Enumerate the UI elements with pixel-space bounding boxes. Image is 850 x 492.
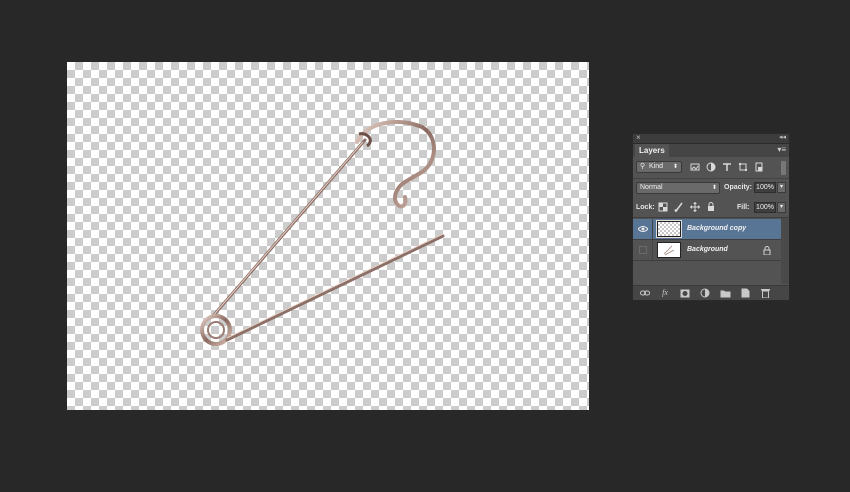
lock-row: Lock: Fill: 100% ▾ <box>633 199 789 218</box>
layer-name[interactable]: Background copy <box>687 219 746 239</box>
blend-mode-select[interactable]: Normal ⬍ <box>636 182 720 194</box>
blend-mode-value: Normal <box>640 184 663 191</box>
opacity-dropdown-button[interactable]: ▾ <box>777 182 786 193</box>
type-filter-icon[interactable] <box>722 162 732 172</box>
visibility-toggle[interactable] <box>634 219 653 239</box>
lock-all-icon[interactable] <box>706 202 716 213</box>
lock-position-icon[interactable] <box>690 202 700 213</box>
new-group-icon[interactable] <box>719 287 731 299</box>
layer-row-background-copy[interactable]: Background copy <box>633 219 781 240</box>
eye-icon <box>637 226 649 232</box>
lock-label: Lock: <box>636 204 655 211</box>
panel-tab-row: Layers ▾≡ <box>633 144 789 157</box>
layer-filter-row: ⚲ Kind ⬍ <box>633 158 789 179</box>
close-icon[interactable]: × <box>636 133 641 142</box>
visibility-toggle[interactable] <box>634 240 653 260</box>
filter-kind-select[interactable]: ⚲ Kind ⬍ <box>636 161 682 173</box>
new-layer-icon[interactable] <box>739 287 751 299</box>
delete-layer-icon[interactable] <box>759 287 771 299</box>
adjustment-layer-icon[interactable] <box>699 287 711 299</box>
fill-label: Fill: <box>737 204 750 211</box>
opacity-field[interactable]: 100% <box>754 182 776 193</box>
lock-transparent-pixels-icon[interactable] <box>658 202 668 213</box>
fx-icon[interactable]: fx <box>659 287 671 299</box>
panel-menu-icon[interactable]: ▾≡ <box>777 145 786 154</box>
panel-footer: fx <box>633 285 789 300</box>
smart-object-filter-icon[interactable] <box>754 162 764 172</box>
blend-row: Normal ⬍ Opacity: 100% ▾ <box>633 179 789 197</box>
image-filter-icon[interactable] <box>690 162 700 172</box>
add-mask-icon[interactable] <box>679 287 691 299</box>
opacity-label: Opacity: <box>724 184 753 191</box>
hidden-visibility-box <box>639 246 647 254</box>
layer-thumbnail <box>657 242 681 258</box>
layer-name[interactable]: Background <box>687 240 728 260</box>
collapse-icon[interactable]: ◂◂ <box>779 133 786 141</box>
lock-image-pixels-icon[interactable] <box>674 202 684 213</box>
tab-layers[interactable]: Layers <box>635 144 669 157</box>
shape-filter-icon[interactable] <box>738 162 748 172</box>
layers-scrollbar[interactable] <box>781 218 789 284</box>
adjustment-filter-icon[interactable] <box>706 162 716 172</box>
chevron-updown-icon: ⬍ <box>711 185 717 191</box>
search-icon: ⚲ <box>640 163 646 170</box>
layer-row-background[interactable]: Background <box>633 240 781 261</box>
filter-toggle-switch[interactable] <box>781 161 786 175</box>
layer-thumbnail <box>656 220 682 238</box>
panel-titlebar: × ◂◂ <box>633 133 789 144</box>
lock-icon <box>763 240 771 263</box>
layers-panel: × ◂◂ Layers ▾≡ ⚲ Kind ⬍ Normal ⬍ Opacity… <box>632 133 790 301</box>
fill-dropdown-button[interactable]: ▾ <box>777 202 786 213</box>
filter-kind-label: Kind <box>649 163 664 170</box>
document-canvas[interactable] <box>67 62 589 410</box>
safety-pin-image <box>200 120 445 346</box>
fill-field[interactable]: 100% <box>754 202 776 213</box>
link-layers-icon[interactable] <box>639 287 651 299</box>
chevron-updown-icon: ⬍ <box>672 164 678 170</box>
